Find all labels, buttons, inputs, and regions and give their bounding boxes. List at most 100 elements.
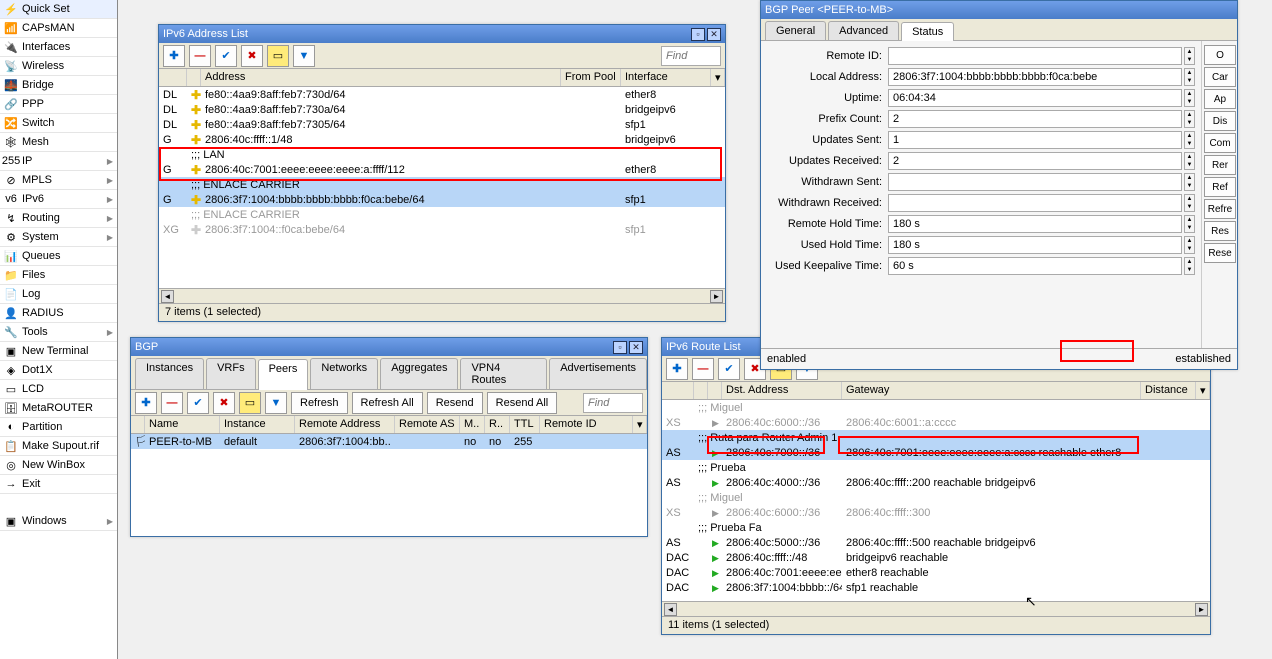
spinner[interactable]: ▲▼ <box>1184 47 1195 65</box>
table-row[interactable]: DL✚fe80::4aa9:8aff:feb7:7305/64sfp1 <box>159 117 725 132</box>
minimize-icon[interactable]: ▫ <box>691 28 705 41</box>
table-row[interactable]: XG✚2806:3f7:1004::f0ca:bebe/64sfp1 <box>159 222 725 237</box>
table-row[interactable]: DAC▶2806:40c:7001:eeee:eee..ether8 reach… <box>662 565 1210 580</box>
routes-grid[interactable]: Dst. Address Gateway Distance ▾ ;;; Migu… <box>662 382 1210 601</box>
refresh-button[interactable]: Refresh <box>291 392 348 414</box>
spinner[interactable]: ▲▼ <box>1184 131 1195 149</box>
sidebar-item[interactable]: 🔗PPP <box>0 95 117 114</box>
add-button[interactable]: ✚ <box>135 392 157 414</box>
grid-header[interactable]: Address From Pool Interface ▾ <box>159 69 725 87</box>
table-row[interactable]: DL✚fe80::4aa9:8aff:feb7:730d/64ether8 <box>159 87 725 102</box>
enable-button[interactable]: ✔ <box>215 45 237 67</box>
window-titlebar[interactable]: IPv6 Address List ▫ ✕ <box>159 25 725 43</box>
enable-button[interactable]: ✔ <box>718 358 740 380</box>
window-titlebar[interactable]: BGP Peer <PEER-to-MB> <box>761 1 1237 19</box>
spinner[interactable]: ▲▼ <box>1184 173 1195 191</box>
tab[interactable]: Aggregates <box>380 358 458 389</box>
tab[interactable]: Status <box>901 22 954 41</box>
find-input[interactable] <box>661 46 721 66</box>
resend-all-button[interactable]: Resend All <box>487 392 558 414</box>
disable-button[interactable]: ✖ <box>241 45 263 67</box>
sidebar-item[interactable]: 📄Log <box>0 285 117 304</box>
sidebar-item[interactable]: v6IPv6▶ <box>0 190 117 209</box>
table-row[interactable]: DL✚fe80::4aa9:8aff:feb7:730a/64bridgeipv… <box>159 102 725 117</box>
sidebar-item[interactable]: ⚡Quick Set <box>0 0 117 19</box>
refresh-all-button[interactable]: Refresh All <box>352 392 423 414</box>
spinner[interactable]: ▲▼ <box>1184 236 1195 254</box>
sidebar-item[interactable]: ◎New WinBox <box>0 456 117 475</box>
hscrollbar[interactable]: ◄► <box>159 288 725 303</box>
tab[interactable]: General <box>765 21 826 40</box>
side-button[interactable]: O <box>1204 45 1236 65</box>
sidebar-item[interactable]: 👤RADIUS <box>0 304 117 323</box>
close-icon[interactable]: ✕ <box>629 341 643 354</box>
sidebar-item[interactable]: ◈Dot1X <box>0 361 117 380</box>
window-titlebar[interactable]: BGP ▫ ✕ <box>131 338 647 356</box>
sidebar-item[interactable]: 🔧Tools▶ <box>0 323 117 342</box>
sidebar-item[interactable]: 📁Files <box>0 266 117 285</box>
table-row[interactable]: ;;; Prueba Fa <box>662 520 1210 535</box>
enable-button[interactable]: ✔ <box>187 392 209 414</box>
table-row[interactable]: DAC▶2806:3f7:1004:bbbb::/64sfp1 reachabl… <box>662 580 1210 595</box>
sidebar-item[interactable]: ⚙System▶ <box>0 228 117 247</box>
address-grid[interactable]: Address From Pool Interface ▾ DL✚fe80::4… <box>159 69 725 288</box>
side-button[interactable]: Dis <box>1204 111 1236 131</box>
table-row[interactable]: ;;; LAN <box>159 147 725 162</box>
filter-button[interactable]: ▼ <box>265 392 287 414</box>
remove-button[interactable]: — <box>161 392 183 414</box>
sidebar-item[interactable]: 🕸Mesh <box>0 133 117 152</box>
table-row[interactable]: ;;; Ruta para Router Admin 1 <box>662 430 1210 445</box>
side-button[interactable]: Refre <box>1204 199 1236 219</box>
side-button[interactable]: Res <box>1204 221 1236 241</box>
sidebar-item[interactable]: ◐Partition <box>0 418 117 437</box>
tab[interactable]: Networks <box>310 358 378 389</box>
table-row[interactable]: XS▶2806:40c:6000::/362806:40c:6001::a:cc… <box>662 415 1210 430</box>
add-button[interactable]: ✚ <box>163 45 185 67</box>
grid-header[interactable]: Name Instance Remote Address Remote AS M… <box>131 416 647 434</box>
table-row[interactable]: 🏳PEER-to-MBdefault2806:3f7:1004:bb..nono… <box>131 434 647 449</box>
side-button[interactable]: Com <box>1204 133 1236 153</box>
side-button[interactable]: Rese <box>1204 243 1236 263</box>
table-row[interactable]: ;;; Miguel <box>662 400 1210 415</box>
disable-button[interactable]: ✖ <box>213 392 235 414</box>
sidebar-item[interactable]: 🗄MetaROUTER <box>0 399 117 418</box>
spinner[interactable]: ▲▼ <box>1184 68 1195 86</box>
side-button[interactable]: Ref <box>1204 177 1236 197</box>
sidebar-item[interactable]: 📋Make Supout.rif <box>0 437 117 456</box>
table-row[interactable]: ;;; ENLACE CARRIER <box>159 207 725 222</box>
sidebar-item[interactable]: →Exit <box>0 475 117 494</box>
tab[interactable]: Instances <box>135 358 204 389</box>
table-row[interactable]: AS▶2806:40c:7000::/362806:40c:7001:eeee:… <box>662 445 1210 460</box>
spinner[interactable]: ▲▼ <box>1184 110 1195 128</box>
table-row[interactable]: DAC▶2806:40c:ffff::/48bridgeipv6 reachab… <box>662 550 1210 565</box>
remove-button[interactable]: — <box>692 358 714 380</box>
remove-button[interactable]: — <box>189 45 211 67</box>
spinner[interactable]: ▲▼ <box>1184 89 1195 107</box>
table-row[interactable]: G✚2806:40c:ffff::1/48bridgeipv6 <box>159 132 725 147</box>
sidebar-item[interactable]: 255IP▶ <box>0 152 117 171</box>
spinner[interactable]: ▲▼ <box>1184 215 1195 233</box>
sidebar-item[interactable]: 📶CAPsMAN <box>0 19 117 38</box>
side-button[interactable]: Ap <box>1204 89 1236 109</box>
spinner[interactable]: ▲▼ <box>1184 257 1195 275</box>
sidebar-item[interactable]: ▭LCD <box>0 380 117 399</box>
tab[interactable]: Advertisements <box>549 358 647 389</box>
add-button[interactable]: ✚ <box>666 358 688 380</box>
table-row[interactable]: AS▶2806:40c:5000::/362806:40c:ffff::500 … <box>662 535 1210 550</box>
minimize-icon[interactable]: ▫ <box>613 341 627 354</box>
sidebar-item-windows[interactable]: ▣ Windows ▶ <box>0 512 117 531</box>
table-row[interactable]: ;;; ENLACE CARRIER <box>159 177 725 192</box>
table-row[interactable]: XS▶2806:40c:6000::/362806:40c:ffff::300 <box>662 505 1210 520</box>
sidebar-item[interactable]: ↯Routing▶ <box>0 209 117 228</box>
resend-button[interactable]: Resend <box>427 392 483 414</box>
find-input[interactable] <box>583 393 643 413</box>
sidebar-item[interactable]: 📡Wireless <box>0 57 117 76</box>
sidebar-item[interactable]: 🔀Switch <box>0 114 117 133</box>
tab[interactable]: VRFs <box>206 358 256 389</box>
sidebar-item[interactable]: 🔌Interfaces <box>0 38 117 57</box>
side-button[interactable]: Rer <box>1204 155 1236 175</box>
bgp-grid[interactable]: Name Instance Remote Address Remote AS M… <box>131 416 647 536</box>
grid-header[interactable]: Dst. Address Gateway Distance ▾ <box>662 382 1210 400</box>
tab[interactable]: Peers <box>258 359 309 390</box>
sidebar-item[interactable]: 🌉Bridge <box>0 76 117 95</box>
